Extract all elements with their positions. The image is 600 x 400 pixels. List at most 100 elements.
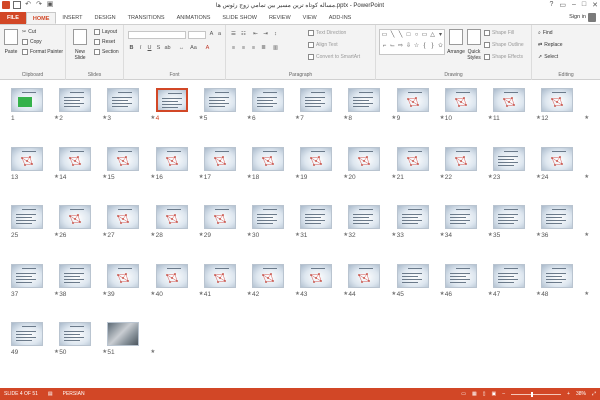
animation-star-icon[interactable]: ★ (343, 232, 348, 238)
animation-star-icon[interactable]: ★ (150, 232, 155, 238)
slide-thumbnail[interactable] (203, 146, 236, 171)
animation-star-icon[interactable]: ★ (536, 115, 541, 121)
underline-icon[interactable]: U (146, 45, 153, 52)
align-left-icon[interactable]: ≡ (230, 45, 237, 52)
slide-thumbnail[interactable] (541, 88, 574, 112)
animation-star-icon[interactable]: ★ (199, 174, 204, 180)
slide-thumbnail[interactable] (107, 263, 140, 288)
animation-star-icon[interactable]: ★ (295, 115, 300, 121)
line-spacing-icon[interactable]: ↕ (272, 31, 279, 38)
animation-star-icon[interactable]: ★ (584, 174, 589, 180)
slide-thumbnail[interactable] (155, 205, 188, 229)
slide-thumbnail[interactable] (396, 146, 429, 171)
animation-star-icon[interactable]: ★ (150, 349, 155, 355)
animation-star-icon[interactable]: ★ (488, 232, 493, 238)
zoom-in-icon[interactable]: + (567, 388, 570, 400)
animation-star-icon[interactable]: ★ (150, 174, 155, 180)
slide-thumbnail[interactable] (203, 88, 236, 112)
animation-star-icon[interactable]: ★ (295, 232, 300, 238)
increase-indent-icon[interactable]: ⇥ (262, 31, 269, 38)
format-painter-button[interactable]: Format Painter (22, 49, 63, 55)
arrange-button[interactable]: Arrange (447, 29, 465, 55)
tab-home[interactable]: HOME (25, 12, 57, 24)
maximize-icon[interactable]: □ (582, 1, 586, 9)
slide-thumbnail[interactable] (444, 205, 477, 229)
animation-star-icon[interactable]: ★ (150, 291, 155, 297)
find-button[interactable]: ⌕ Find (538, 30, 553, 36)
slide-thumbnail[interactable] (348, 88, 381, 112)
slide-thumbnail[interactable] (59, 322, 92, 346)
animation-star-icon[interactable]: ★ (391, 232, 396, 238)
animation-star-icon[interactable]: ★ (584, 115, 589, 121)
slide-thumbnail[interactable] (203, 205, 236, 229)
slide-thumbnail[interactable] (348, 263, 381, 288)
proofing-icon[interactable]: ▤ (48, 388, 53, 400)
animation-star-icon[interactable]: ★ (247, 174, 252, 180)
bold-icon[interactable]: B (128, 45, 135, 52)
convert-smartart-button[interactable]: Convert to SmartArt (308, 54, 360, 60)
slide-thumbnail[interactable] (59, 146, 92, 171)
language-indicator[interactable]: PERSIAN (63, 388, 85, 400)
slide-thumbnail[interactable] (444, 146, 477, 171)
help-icon[interactable]: ? (549, 1, 553, 9)
slide-thumbnail[interactable] (300, 205, 333, 229)
animation-star-icon[interactable]: ★ (102, 115, 107, 121)
animation-star-icon[interactable]: ★ (488, 291, 493, 297)
align-right-icon[interactable]: ≡ (250, 45, 257, 52)
shape-star-icon[interactable]: ☆ (413, 42, 420, 49)
animation-star-icon[interactable]: ★ (247, 232, 252, 238)
tab-design[interactable]: DESIGN (89, 12, 122, 24)
tab-insert[interactable]: INSERT (56, 12, 88, 24)
sign-in-link[interactable]: Sign in (569, 14, 586, 20)
minimize-icon[interactable]: – (572, 1, 576, 9)
shape-rect-icon[interactable]: □ (405, 31, 412, 38)
select-button[interactable]: ➚ Select (538, 54, 558, 60)
shape-fill-button[interactable]: Shape Fill (484, 30, 514, 36)
shape-triangle-icon[interactable]: △ (429, 31, 436, 38)
animation-star-icon[interactable]: ★ (391, 174, 396, 180)
normal-view-icon[interactable]: ▭ (461, 388, 466, 400)
shape-line-icon[interactable]: ╲ (389, 31, 396, 38)
slide-thumbnail[interactable] (107, 322, 140, 346)
tab-slide-show[interactable]: SLIDE SHOW (216, 12, 263, 24)
shape-line2-icon[interactable]: ╲ (397, 31, 404, 38)
shape-rect2-icon[interactable]: ▭ (421, 31, 428, 38)
animation-star-icon[interactable]: ★ (440, 291, 445, 297)
tab-add-ins[interactable]: ADD-INS (323, 12, 358, 24)
strikethrough-icon[interactable]: ab (164, 45, 171, 52)
slide-thumbnail[interactable] (11, 322, 43, 346)
slideshow-view-icon[interactable]: ▣ (492, 388, 497, 400)
avatar[interactable] (588, 13, 596, 22)
tab-review[interactable]: REVIEW (263, 12, 297, 24)
animation-star-icon[interactable]: ★ (102, 291, 107, 297)
animation-star-icon[interactable]: ★ (247, 115, 252, 121)
paste-button[interactable]: Paste (3, 29, 19, 55)
ribbon-display-icon[interactable]: ▭ (559, 1, 566, 9)
slide-thumbnail[interactable] (252, 88, 284, 112)
numbering-icon[interactable]: ☷ (240, 31, 247, 38)
animation-star-icon[interactable]: ★ (102, 232, 107, 238)
new-slide-button[interactable]: New Slide (70, 29, 90, 61)
animation-star-icon[interactable]: ★ (488, 174, 493, 180)
animation-star-icon[interactable]: ★ (536, 232, 541, 238)
slide-thumbnail[interactable] (107, 88, 140, 112)
shape-more-icon[interactable]: ▾ (437, 31, 444, 38)
shadow-icon[interactable]: S (155, 45, 162, 52)
animation-star-icon[interactable]: ★ (102, 349, 107, 355)
section-button[interactable]: Section (94, 49, 119, 55)
cut-button[interactable]: ✂ Cut (22, 29, 36, 35)
reset-button[interactable]: Reset (94, 39, 115, 45)
animation-star-icon[interactable]: ★ (440, 232, 445, 238)
slide-sorter-view-icon[interactable]: ▦ (472, 388, 477, 400)
animation-star-icon[interactable]: ★ (247, 291, 252, 297)
tab-animations[interactable]: ANIMATIONS (171, 12, 217, 24)
animation-star-icon[interactable]: ★ (440, 115, 445, 121)
slide-thumbnail[interactable] (59, 263, 92, 288)
slide-thumbnail[interactable] (348, 146, 381, 171)
slide-thumbnail[interactable] (541, 205, 574, 229)
animation-star-icon[interactable]: ★ (295, 291, 300, 297)
slide-thumbnail[interactable] (155, 88, 188, 112)
slide-thumbnail[interactable] (59, 205, 92, 229)
slide-thumbnail[interactable] (11, 146, 43, 171)
shape-corner-icon[interactable]: ⌐ (381, 42, 388, 49)
